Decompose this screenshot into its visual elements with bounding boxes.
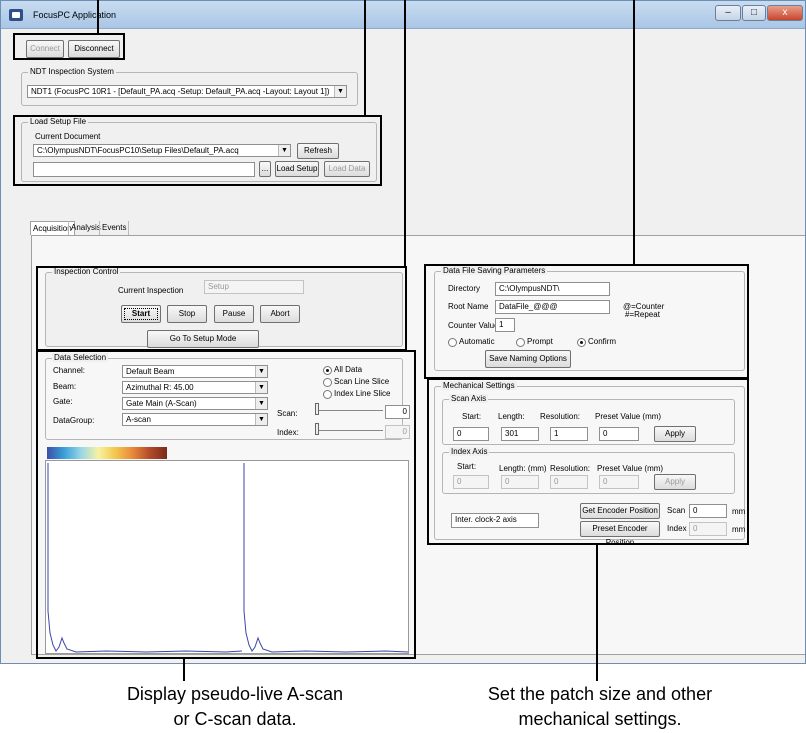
leader-line xyxy=(97,0,99,34)
window-title: FocusPC Application xyxy=(33,10,117,20)
close-button[interactable]: x xyxy=(767,5,803,21)
app-icon xyxy=(9,9,23,21)
ndt-group-label: NDT Inspection System xyxy=(28,67,116,76)
leader-line xyxy=(633,0,635,265)
leader-line xyxy=(364,0,366,116)
caption-left: Display pseudo-live A-scan or C-scan dat… xyxy=(126,684,344,729)
callout-load-setup xyxy=(13,115,382,186)
callout-mechanical xyxy=(427,378,749,545)
callout-connection xyxy=(13,33,125,60)
leader-line xyxy=(596,545,598,681)
tab-analysis[interactable]: Analysis xyxy=(68,221,103,235)
leader-line xyxy=(183,659,185,681)
callout-data-display xyxy=(36,350,416,659)
ndt-system-select[interactable]: NDT1 (FocusPC 10R1 - [Default_PA.acq -Se… xyxy=(27,85,347,98)
maximize-button[interactable]: □ xyxy=(742,5,766,21)
leader-line xyxy=(404,0,406,267)
callout-inspection-control xyxy=(36,266,407,351)
ndt-system-value: NDT1 (FocusPC 10R1 - [Default_PA.acq -Se… xyxy=(31,87,330,96)
caption-right: Set the patch size and other mechanical … xyxy=(487,684,713,729)
tab-events[interactable]: Events xyxy=(99,221,130,235)
callout-data-file xyxy=(424,264,749,379)
minimize-button[interactable]: – xyxy=(715,5,741,21)
chevron-down-icon: ▼ xyxy=(334,86,346,97)
